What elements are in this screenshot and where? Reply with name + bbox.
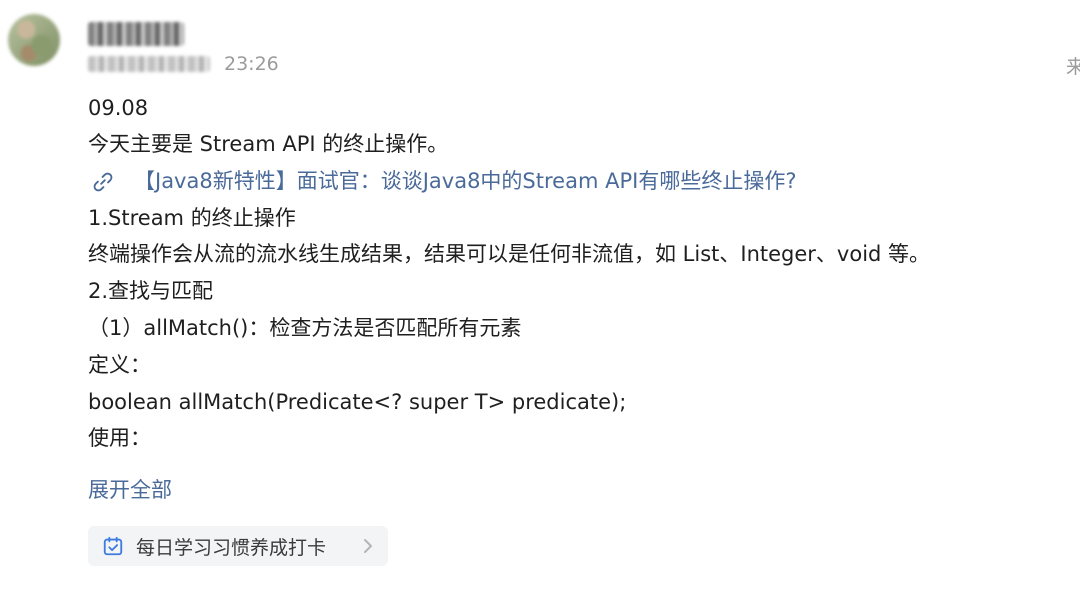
text-line: 09.08 — [88, 98, 149, 120]
expand-all-link[interactable]: 展开全部 — [88, 474, 172, 504]
author-avatar[interactable] — [8, 14, 60, 66]
post-time: 23:26 — [224, 53, 279, 75]
link-icon — [93, 172, 113, 192]
calendar-check-icon — [103, 536, 123, 556]
article-link[interactable]: 【Java8新特性】面试官：谈谈Java8中的Stream API有哪些终止操作… — [88, 163, 1078, 200]
text-line: 使用： — [88, 426, 151, 451]
text-line: 定义： — [88, 352, 151, 377]
text-line: 今天主要是 Stream API 的终止操作。 — [88, 132, 449, 156]
text-line: boolean allMatch(Predicate<? super T> pr… — [88, 389, 627, 414]
topic-tag[interactable]: 每日学习习惯养成打卡 — [88, 526, 388, 566]
author-name-redacted[interactable] — [88, 22, 184, 46]
text-line: 1.Stream 的终止操作 — [88, 205, 296, 230]
post-body: 09.08 今天主要是 Stream API 的终止操作。 【Java8新特性】… — [88, 98, 1078, 457]
author-subtitle-redacted — [88, 56, 210, 72]
chevron-right-icon — [364, 539, 372, 553]
text-line: 2.查找与匹配 — [88, 279, 214, 304]
article-link-label[interactable]: 【Java8新特性】面试官：谈谈Java8中的Stream API有哪些终止操作… — [134, 169, 796, 193]
topic-tag-label: 每日学习习惯养成打卡 — [136, 536, 327, 559]
text-line: 终端操作会从流的流水线生成结果，结果可以是任何非流值，如 List、Intege… — [88, 242, 931, 267]
text-line: （1）allMatch()：检查方法是否匹配所有元素 — [88, 315, 522, 340]
side-label[interactable]: 来 — [1066, 52, 1080, 79]
